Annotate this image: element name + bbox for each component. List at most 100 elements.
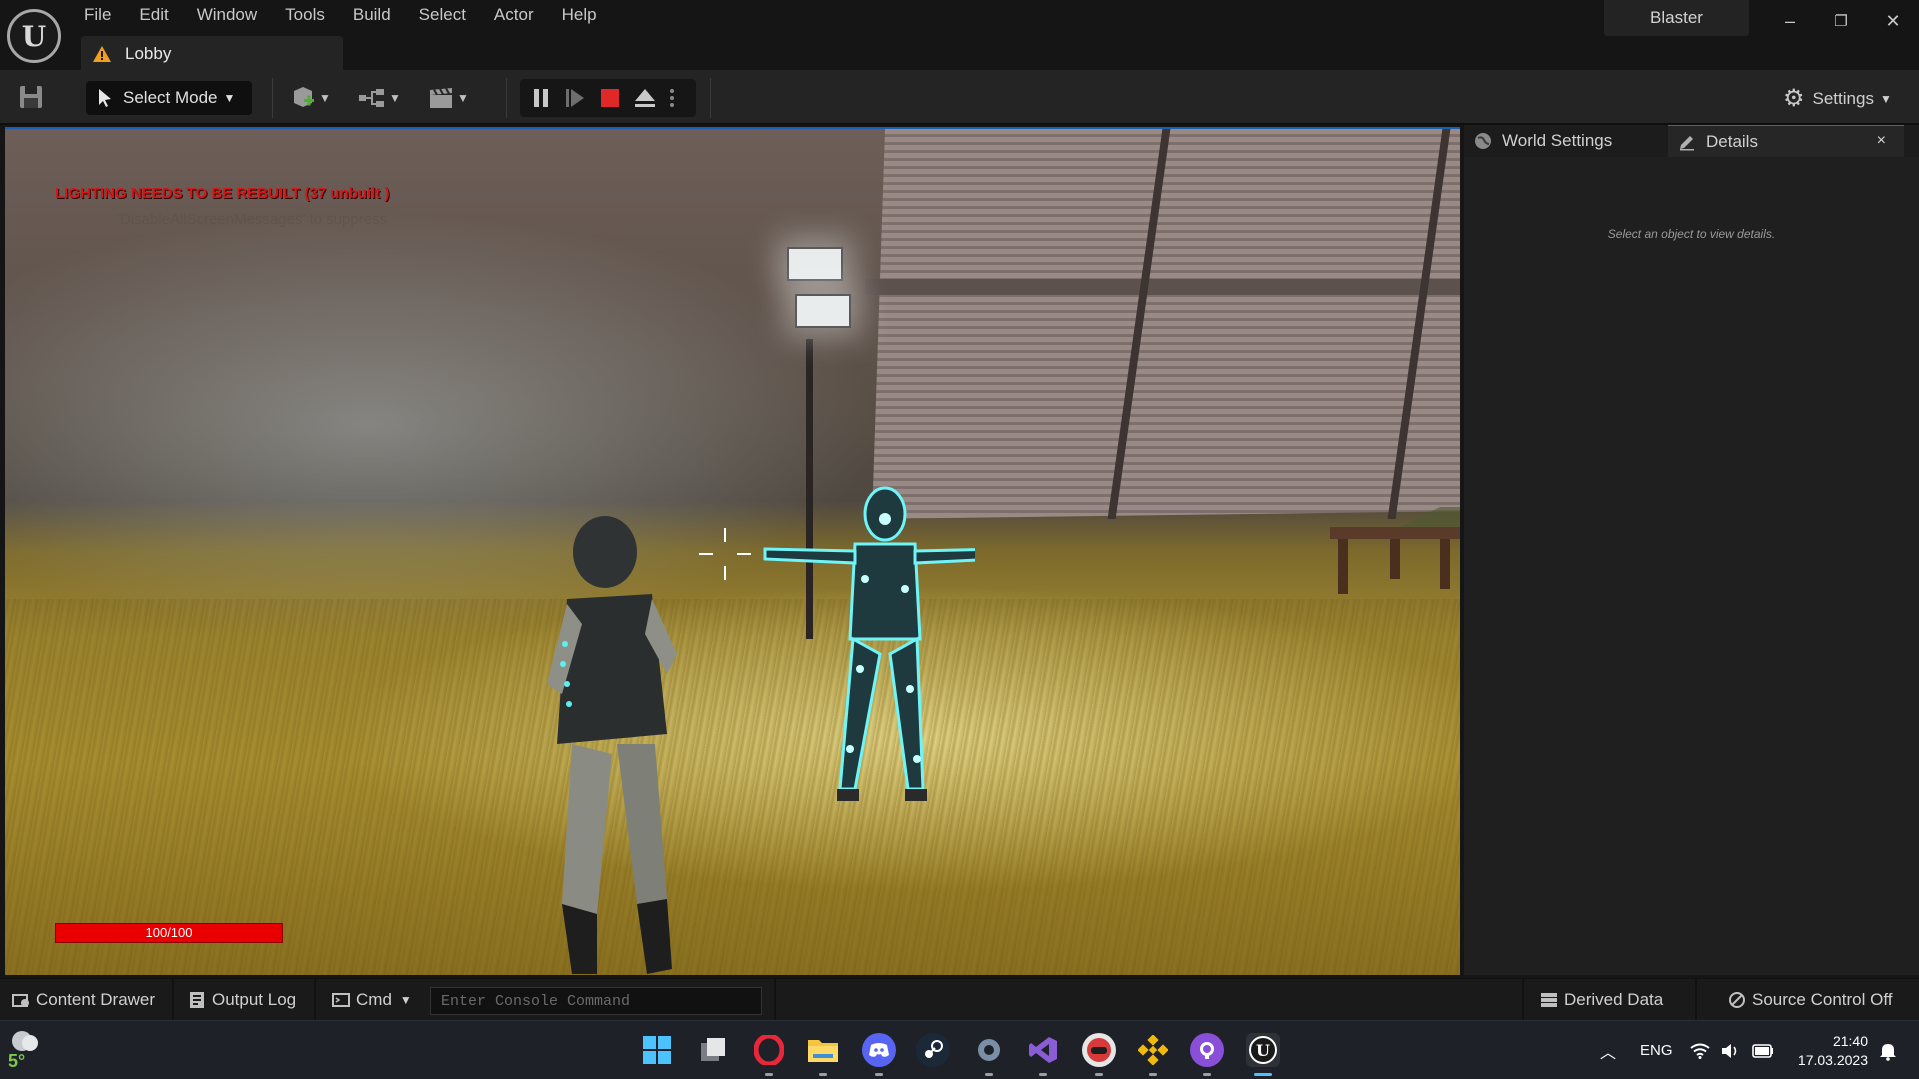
details-body: Select an object to view details. — [1464, 157, 1919, 975]
cmd-dropdown[interactable]: Cmd ▼ — [332, 987, 412, 1013]
minimize-button[interactable]: – — [1768, 4, 1812, 38]
derived-data-label: Derived Data — [1564, 990, 1664, 1009]
title-bar: U File Edit Window Tools Build Select Ac… — [0, 0, 1919, 71]
flood-light — [795, 294, 851, 328]
restore-button[interactable]: ❐ — [1819, 4, 1863, 38]
eject-icon[interactable] — [632, 86, 658, 110]
blueprint-icon — [359, 89, 384, 107]
language-indicator[interactable]: ENG — [1640, 1021, 1673, 1079]
clock[interactable]: 21:40 17.03.2023 — [1790, 1032, 1868, 1070]
tab-world-settings[interactable]: World Settings — [1474, 125, 1664, 157]
project-name: Blaster — [1604, 0, 1749, 36]
weather-widget[interactable]: 5° — [8, 1029, 48, 1073]
settings-button[interactable]: ⚙ Settings ▼ — [1783, 84, 1892, 113]
content-drawer-button[interactable]: Content Drawer — [12, 987, 155, 1013]
select-mode-label: Select Mode — [123, 88, 218, 107]
wall-band — [865, 279, 1460, 295]
game-viewport[interactable]: LIGHTING NEEDS TO BE REBUILT (37 unbuilt… — [5, 127, 1460, 975]
tab-details[interactable]: Details × — [1668, 125, 1904, 157]
running-indicator — [1039, 1073, 1047, 1076]
running-indicator — [819, 1073, 827, 1076]
empty-details-message: Select an object to view details. — [1607, 227, 1776, 241]
battery-icon[interactable] — [1752, 1021, 1774, 1079]
menu-select[interactable]: Select — [405, 0, 480, 30]
cloud-moon-icon — [12, 1031, 38, 1051]
level-tab-label: Lobby — [125, 43, 172, 63]
chevron-down-icon: ▼ — [223, 91, 236, 105]
pencil-icon — [1680, 135, 1694, 150]
statusbar-divider — [1695, 979, 1697, 1021]
add-actor-button[interactable]: ▼ — [290, 83, 331, 113]
github-desktop-icon[interactable] — [1190, 1033, 1224, 1067]
svg-text:U: U — [1256, 1041, 1270, 1060]
lighting-warning: LIGHTING NEEDS TO BE REBUILT (37 unbuilt… — [55, 185, 390, 202]
gear-icon: ⚙ — [1783, 85, 1805, 112]
wifi-icon[interactable] — [1690, 1021, 1710, 1079]
cmd-label: Cmd — [356, 990, 392, 1009]
windows-taskbar: 5° U ︿ ENG 21:40 17.03.2023 — [0, 1020, 1919, 1079]
discord-icon[interactable] — [862, 1033, 896, 1067]
menu-help[interactable]: Help — [548, 0, 611, 30]
app-icon-red[interactable] — [1082, 1033, 1116, 1067]
cinematics-button[interactable]: ▼ — [428, 83, 469, 113]
menu-edit[interactable]: Edit — [125, 0, 182, 30]
settings-app-icon[interactable] — [972, 1033, 1006, 1067]
menu-window[interactable]: Window — [183, 0, 271, 30]
visual-studio-icon[interactable] — [1026, 1033, 1060, 1067]
console-command-field[interactable] — [430, 987, 762, 1015]
running-indicator — [985, 1073, 993, 1076]
binance-icon[interactable] — [1136, 1033, 1170, 1067]
chevron-up-icon: ︿ — [1600, 1044, 1617, 1062]
player-soldier — [547, 516, 677, 974]
pause-icon[interactable] — [528, 86, 554, 110]
main-toolbar: Select Mode ▼ ▼ ▼ ▼ ⚙ Settings ▼ — [0, 70, 1919, 125]
statusbar-divider — [314, 979, 316, 1021]
play-controls — [520, 79, 696, 117]
unreal-logo-icon[interactable]: U — [7, 9, 61, 63]
step-frame-icon[interactable] — [562, 86, 588, 110]
running-indicator — [765, 1073, 773, 1076]
menu-tools[interactable]: Tools — [271, 0, 339, 30]
close-icon[interactable]: × — [1877, 132, 1886, 150]
windows-start-icon[interactable] — [640, 1033, 674, 1067]
output-log-button[interactable]: Output Log — [188, 987, 296, 1013]
prohibited-icon — [1729, 992, 1745, 1008]
console-input[interactable] — [441, 992, 761, 1010]
chevron-down-icon: ▼ — [1879, 91, 1892, 106]
show-hidden-icons[interactable]: ︿ — [1600, 1021, 1616, 1079]
opera-icon[interactable] — [752, 1033, 786, 1067]
settings-label: Settings — [1812, 88, 1874, 108]
close-window-button[interactable]: ✕ — [1871, 4, 1915, 38]
tab-details-label: Details — [1706, 131, 1758, 151]
more-options-icon[interactable] — [666, 86, 678, 110]
derived-data-button[interactable]: Derived Data — [1540, 987, 1663, 1013]
content-drawer-icon — [12, 994, 29, 1007]
statusbar-divider — [774, 979, 776, 1021]
task-view-icon[interactable] — [696, 1033, 730, 1067]
grass-field — [5, 599, 1460, 975]
flood-light — [787, 247, 843, 281]
notifications-icon[interactable] — [1878, 1021, 1898, 1079]
health-bar: 100/100 — [55, 923, 283, 943]
source-control-button[interactable]: Source Control Off — [1728, 987, 1892, 1013]
running-indicator — [1149, 1073, 1157, 1076]
unreal-engine-icon[interactable]: U — [1246, 1033, 1280, 1067]
stop-icon[interactable] — [597, 86, 623, 110]
level-tab-lobby[interactable]: Lobby — [81, 36, 343, 71]
source-control-label: Source Control Off — [1752, 990, 1893, 1009]
volume-icon[interactable] — [1720, 1021, 1740, 1079]
chevron-down-icon: ▼ — [389, 91, 401, 105]
menu-actor[interactable]: Actor — [480, 0, 548, 30]
clapperboard-icon — [430, 87, 452, 108]
toolbar-divider — [272, 78, 273, 118]
menu-build[interactable]: Build — [339, 0, 405, 30]
steam-icon[interactable] — [916, 1033, 950, 1067]
suppress-hint: 'DisableAllScreenMessages' to suppress — [117, 211, 388, 228]
clock-date: 17.03.2023 — [1797, 1052, 1868, 1068]
menu-file[interactable]: File — [70, 0, 125, 30]
save-icon[interactable] — [18, 84, 44, 110]
clock-time: 21:40 — [1832, 1033, 1868, 1049]
file-explorer-icon[interactable] — [806, 1033, 840, 1067]
select-mode-dropdown[interactable]: Select Mode ▼ — [86, 81, 252, 115]
blueprints-button[interactable]: ▼ — [358, 83, 401, 113]
